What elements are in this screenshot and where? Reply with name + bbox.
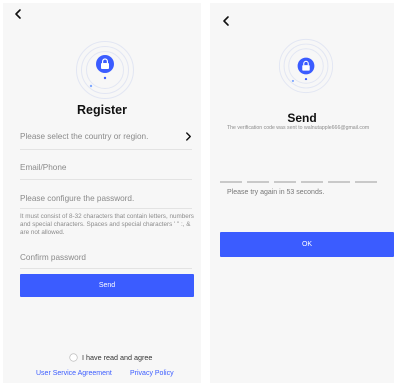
confirm-password-field[interactable]: Confirm password	[20, 253, 86, 262]
password-hint: It must consist of 8-32 characters that …	[20, 213, 194, 236]
code-digit-5[interactable]	[328, 181, 350, 183]
back-arrow-icon[interactable]	[219, 14, 233, 28]
lock-icon	[278, 38, 334, 94]
agree-label: I have read and agree	[82, 353, 153, 362]
code-digit-1[interactable]	[220, 181, 242, 183]
password-field[interactable]: Please configure the password.	[20, 194, 134, 203]
code-digit-4[interactable]	[301, 181, 323, 183]
back-arrow-icon[interactable]	[11, 7, 25, 21]
page-title: Send	[287, 111, 317, 125]
lock-icon	[76, 41, 134, 99]
checkbox-circle-icon[interactable]	[69, 353, 78, 362]
divider	[20, 268, 192, 269]
user-service-agreement-link[interactable]: User Service Agreement	[36, 370, 112, 377]
divider	[20, 208, 192, 209]
page-title: Register	[76, 103, 128, 117]
register-screen: Register Please select the country or re…	[3, 3, 201, 383]
countdown-text: Please try again in 53 seconds.	[227, 189, 325, 196]
code-digit-6[interactable]	[355, 181, 377, 183]
code-digit-2[interactable]	[247, 181, 269, 183]
sent-message: The verification code was sent to walnut…	[227, 125, 370, 131]
ok-button[interactable]: OK	[220, 232, 394, 257]
code-digit-3[interactable]	[274, 181, 296, 183]
verification-screen: Send The verification code was sent to w…	[210, 3, 394, 383]
chevron-right-icon[interactable]	[185, 132, 192, 141]
divider	[20, 149, 192, 150]
send-button[interactable]: Send	[20, 274, 194, 297]
divider	[20, 179, 192, 180]
email-field[interactable]: Email/Phone	[20, 163, 66, 172]
privacy-policy-link[interactable]: Privacy Policy	[130, 370, 174, 377]
country-select[interactable]: Please select the country or region.	[20, 132, 148, 141]
